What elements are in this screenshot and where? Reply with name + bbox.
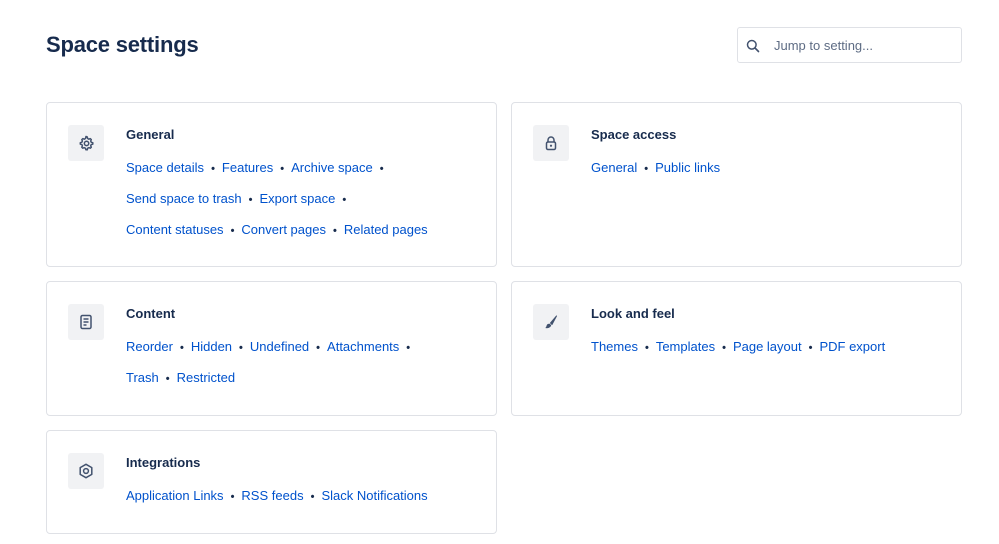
card-look-and-feel: Look and feel Themes • Templates • Page layo… [511,281,962,416]
separator-dot: • [239,342,243,354]
separator-dot: • [165,373,170,385]
link-space-details[interactable]: Space details [126,160,204,175]
paintbrush-icon [533,304,569,340]
card-title-look-and-feel: Look and feel [591,306,675,321]
link-templates[interactable]: Templates [656,339,715,354]
link-hidden[interactable]: Hidden [191,339,232,354]
link-attachments[interactable]: Attachments [327,339,399,354]
card-general: General Space details • Features • Archive s… [46,102,497,267]
gear-icon [68,125,104,161]
separator-dot: • [310,491,315,503]
separator-dot: • [316,342,321,354]
link-reorder[interactable]: Reorder [126,339,173,354]
separator-dot: • [211,163,215,175]
hexagon-icon [68,453,104,489]
link-application-links[interactable]: Application Links [126,488,224,503]
separator-dot: • [280,163,285,175]
jump-to-setting-search[interactable] [737,27,962,63]
separator-dot: • [332,225,337,237]
separator-dot: • [230,225,235,237]
link-general[interactable]: General [591,160,637,175]
search-icon [746,39,760,53]
card-title-content: Content [126,306,176,321]
link-content-statuses[interactable]: Content statuses [126,222,224,237]
link-export-space[interactable]: Export space [260,191,336,206]
look-and-feel-links: Themes • Templates • Page layout • PDF export [591,332,921,363]
separator-dot: • [179,342,184,354]
link-themes[interactable]: Themes [591,339,638,354]
card-space-access: Space access General • Public links [511,102,962,267]
link-page-layout[interactable]: Page layout [733,339,802,354]
integrations-links: Application Links • RSS feeds • Slack Notifi… [126,481,456,512]
document-icon [68,304,104,340]
link-convert-pages[interactable]: Convert pages [241,222,326,237]
link-related-pages[interactable]: Related pages [344,222,428,237]
lock-icon [533,125,569,161]
general-links: Space details • Features • Archive space • Se… [126,153,456,246]
link-public-links[interactable]: Public links [655,160,720,175]
card-title-space-access: Space access [591,127,677,142]
separator-dot: • [342,194,347,206]
separator-dot: • [406,342,411,354]
content-links: Reorder • Hidden • Undefined • Attachments • Tr… [126,332,456,394]
page-title: Space settings [46,32,199,57]
link-slack-notifications[interactable]: Slack Notifications [321,488,427,503]
link-restricted[interactable]: Restricted [177,370,236,385]
separator-dot: • [379,163,384,175]
card-integrations: Integrations Application Links • RSS feeds… [46,430,497,534]
separator-dot: • [644,163,649,175]
separator-dot: • [722,342,726,354]
separator-dot: • [230,491,235,503]
card-content: Content Reorder • Hidden • Undefined • Attachm… [46,281,497,416]
link-undefined[interactable]: Undefined [250,339,309,354]
separator-dot: • [248,194,253,206]
card-title-integrations: Integrations [126,455,201,470]
link-send-space-to-trash[interactable]: Send space to trash [126,191,242,206]
link-archive-space[interactable]: Archive space [291,160,373,175]
link-rss-feeds[interactable]: RSS feeds [241,488,303,503]
search-input[interactable] [774,28,954,62]
link-pdf-export[interactable]: PDF export [819,339,885,354]
card-title-general: General [126,127,175,142]
separator-dot: • [644,342,649,354]
link-trash[interactable]: Trash [126,370,159,385]
space-access-links: General • Public links [591,153,921,184]
link-features[interactable]: Features [222,160,273,175]
separator-dot: • [808,342,813,354]
